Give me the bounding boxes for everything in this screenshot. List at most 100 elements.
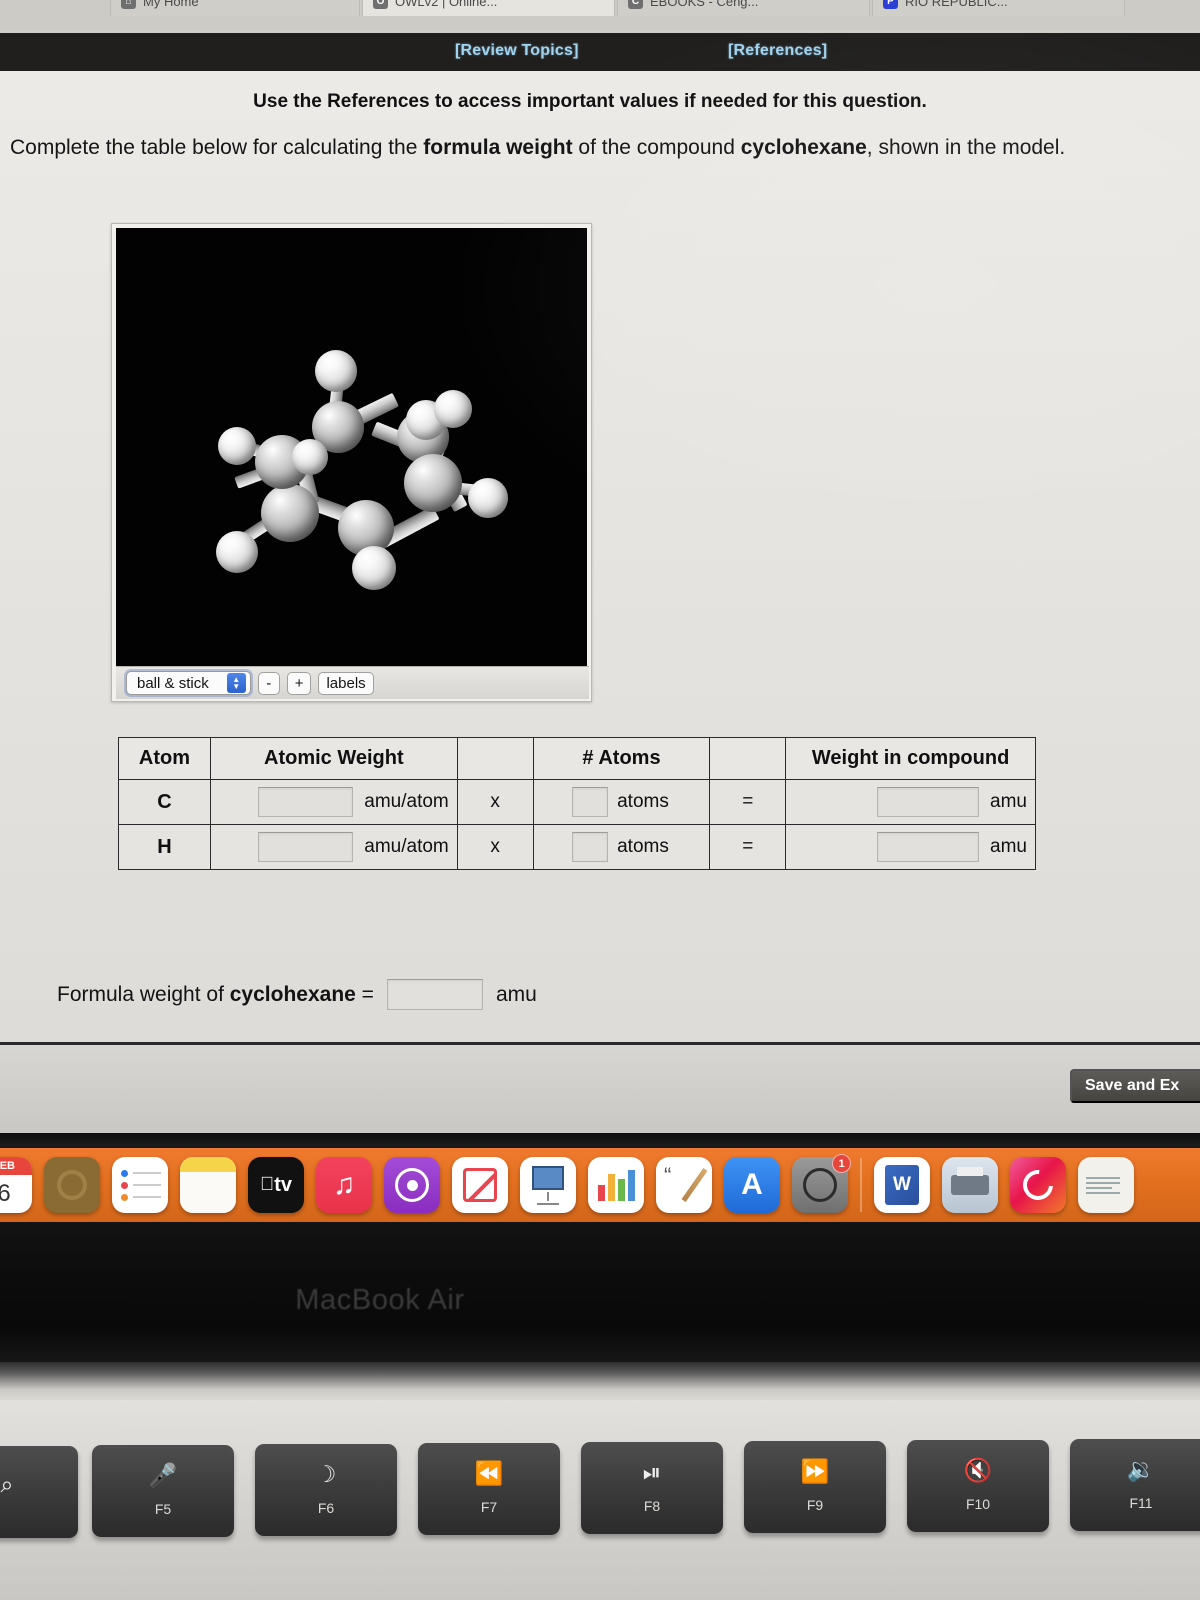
apple-tv-label: tv [267,1173,292,1196]
music-icon[interactable]: ♫ [316,1157,372,1213]
key-f11[interactable]: 🔉 F11 [1070,1439,1200,1531]
notification-badge: 1 [832,1154,851,1173]
browser-tab-2[interactable]: C EBOOKS - Ceng... [617,0,870,16]
browser-tab-3[interactable]: P RIO REPUBLIC... [872,0,1125,16]
save-and-exit-button[interactable]: Save and Ex [1070,1069,1200,1103]
render-style-value: ball & stick [137,674,209,692]
molecule-canvas-3d[interactable] [116,228,587,669]
references-link[interactable]: [References] [728,42,827,60]
app-store-icon[interactable]: A [724,1157,780,1213]
keynote-icon[interactable] [520,1157,576,1213]
key-label: F8 [643,1498,661,1514]
hydrogen-atom [218,427,256,465]
apple-tv-icon[interactable]: tv [248,1157,304,1213]
key-f9[interactable]: ⏩ F9 [744,1441,886,1533]
cell-atomic-weight: amu/atom [209,779,458,825]
formula-weight-unit: amu [495,982,537,1006]
browser-tab-label: My Home [143,0,199,9]
key-f8[interactable]: ⏯ F8 [581,1442,723,1534]
microphone-icon: 🎤 [148,1462,178,1488]
weight-in-compound-input-h[interactable] [877,832,980,862]
question-prompt: Complete the table below for calculating… [10,133,1200,163]
system-settings-icon[interactable]: 1 [792,1154,851,1213]
table-row: H amu/atom x atoms = amu [118,824,1036,870]
carbon-atom [404,454,462,512]
calendar-icon[interactable]: FEB 6 [0,1157,32,1213]
cell-num-atoms: atoms [532,824,711,870]
zoom-in-button[interactable]: + [286,671,312,695]
molecule-viewer[interactable]: ball & stick ▲ ▼ - + labels [111,223,592,702]
render-style-select[interactable]: ball & stick ▲ ▼ [126,671,251,695]
weight-in-compound-input-c[interactable] [877,787,980,817]
prompt-bold-cyclohexane: cyclohexane [740,136,867,159]
key-f10[interactable]: 🔇 F10 [907,1440,1049,1532]
search-icon: ⌕ [0,1471,14,1497]
document-icon[interactable] [1078,1157,1134,1213]
macos-dock: FEB 6 tv ♫ [0,1148,1200,1222]
charts-icon[interactable] [588,1157,644,1213]
prompt-text-2: of the compound [572,136,741,159]
hydrogen-atom [352,546,396,590]
printer-icon[interactable] [942,1157,998,1213]
generic-favicon: ⌂ [121,0,136,9]
play-pause-icon: ⏯ [642,1459,662,1485]
app-store-glyph: A [741,1168,763,1201]
carbon-atom [261,484,319,542]
cengage-favicon: C [628,0,643,9]
mute-icon: 🔇 [963,1457,993,1483]
hydrogen-atom [315,350,357,392]
browser-tab-0[interactable]: ⌂ My Home [110,0,360,16]
podcasts-old-icon[interactable] [44,1157,100,1213]
creative-cloud-icon[interactable] [1010,1157,1066,1213]
zoom-out-button[interactable]: - [257,671,280,695]
key-label: F11 [1129,1495,1153,1511]
labels-button[interactable]: labels [318,671,374,695]
notes-icon[interactable] [180,1157,236,1213]
formula-weight-input[interactable] [386,979,483,1010]
hydrogen-atom [216,531,258,573]
fw-label-bold: cyclohexane [229,982,356,1006]
browser-tab-label: EBOOKS - Ceng... [650,0,759,9]
textedit-icon[interactable]: “ [656,1157,712,1213]
chevron-updown-icon[interactable]: ▲ ▼ [226,673,246,693]
review-topics-link[interactable]: [Review Topics] [455,42,579,60]
key-label: F9 [806,1497,824,1513]
formula-weight-label: Formula weight of cyclohexane = [57,983,374,1007]
viewer-toolbar: ball & stick ▲ ▼ - + labels [116,666,589,699]
browser-tab-label: RIO REPUBLIC... [905,0,1008,9]
unit-atoms: atoms [617,836,669,857]
cell-atom-symbol: H [118,824,211,870]
dock-separator [860,1158,862,1212]
key-f6[interactable]: ☽ F6 [255,1444,397,1536]
num-atoms-input-c[interactable] [572,787,609,817]
key-label: F5 [154,1501,172,1517]
assignment-nav-bar: [Review Topics] [References] [0,33,1200,71]
rewind-icon: ⏪ [474,1460,504,1486]
numbers-icon[interactable] [452,1157,508,1213]
key-f5[interactable]: 🎤 F5 [92,1445,234,1537]
header-blank-1 [456,737,534,780]
atomic-weight-input-c[interactable] [258,787,354,817]
assignment-footer-bar: Save and Ex [0,1042,1200,1138]
header-atomic-weight: Atomic Weight [209,737,458,780]
key-f4[interactable]: ⌕ [0,1446,78,1538]
header-atom: Atom [118,737,211,780]
fw-label-1: Formula weight of [57,982,230,1006]
prompt-text-3: , shown in the model. [866,136,1066,159]
laptop-keyboard: ⌕ 🎤 F5 ☽ F6 ⏪ F7 ⏯ F8 ⏩ F9 🔇 F10 🔉 F11 [0,1400,1200,1600]
atomic-weight-input-h[interactable] [258,832,354,862]
moon-icon: ☽ [315,1461,337,1487]
cell-num-atoms: atoms [532,779,711,825]
key-f7[interactable]: ⏪ F7 [418,1443,560,1535]
fast-forward-icon: ⏩ [800,1458,830,1484]
microsoft-word-icon[interactable]: W [874,1157,930,1213]
prompt-bold-formula-weight: formula weight [423,136,573,159]
reminders-icon[interactable] [112,1157,168,1213]
browser-tab-strip: ⌂ My Home O OWLv2 | Online... C EBOOKS -… [0,0,1200,30]
num-atoms-input-h[interactable] [572,832,609,862]
formula-weight-row: Formula weight of cyclohexane = amu [57,979,537,1010]
podcasts-icon[interactable] [384,1157,440,1213]
browser-tab-1[interactable]: O OWLv2 | Online... [362,0,615,16]
p-favicon: P [883,0,898,9]
laptop-chassis: MacBook Air [0,1222,1200,1372]
